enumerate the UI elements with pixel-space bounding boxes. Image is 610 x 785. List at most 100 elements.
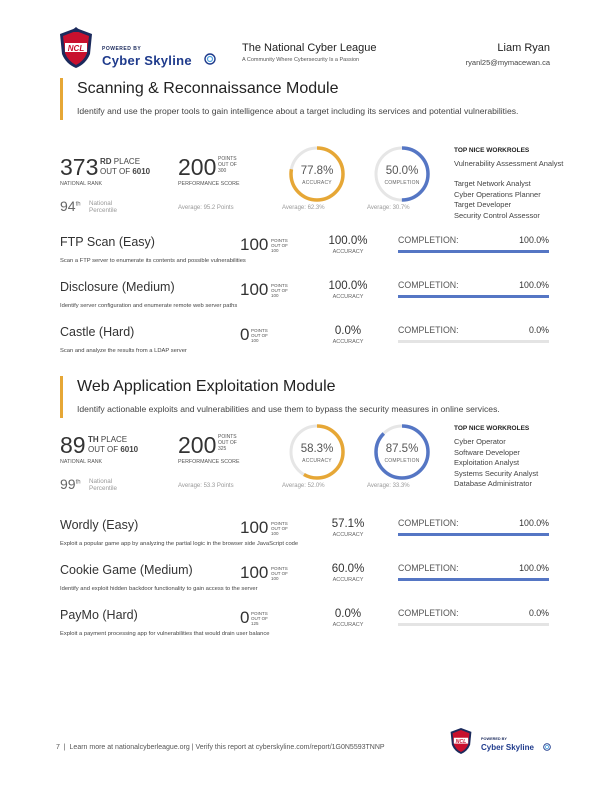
accuracy-value: 77.8% <box>300 165 334 177</box>
challenge-points: 0 <box>240 608 250 627</box>
challenge-completion-bar <box>398 295 549 298</box>
challenge-title: Disclosure (Medium) <box>60 280 175 294</box>
cyber-skyline-brand: Cyber Skyline <box>102 53 192 68</box>
challenge-out-of-value: 100 <box>271 576 279 581</box>
challenge-completion-bar-fill <box>398 533 549 536</box>
page-number: 7 <box>56 744 60 751</box>
nice-workrole-item: Cyber Operator <box>454 437 506 446</box>
accuracy-value: 58.3% <box>300 443 334 455</box>
nice-workrole-item: Systems Security Analyst <box>454 468 539 478</box>
challenge-accuracy: 57.1% <box>331 518 365 530</box>
module-title-accent <box>60 78 63 120</box>
challenge-completion-bar-fill <box>398 250 549 253</box>
challenge-out-of-value: 100 <box>271 531 279 536</box>
challenge-accuracy-label: ACCURACY <box>332 249 364 255</box>
nice-workrole-item: Security Control Assessor <box>454 210 540 220</box>
footer-brand: Cyber Skyline <box>481 743 534 752</box>
cyber-skyline-swirl-icon <box>204 53 216 65</box>
score-out-of-value: 300 <box>218 168 227 174</box>
rank-total: 6010 <box>120 445 139 454</box>
challenge-accuracy-label: ACCURACY <box>332 622 364 628</box>
completion-average: Average: 33.3% <box>367 483 410 489</box>
challenge-completion-label: COMPLETION: <box>398 325 459 335</box>
nice-workrole-item: Target Network Analyst <box>454 179 531 188</box>
national-rank-value: 373 <box>60 154 99 180</box>
score-out-of-value: 325 <box>218 446 227 452</box>
module-title: Web Application Exploitation Module <box>77 378 336 395</box>
challenge-completion-value: 100.0% <box>519 518 549 528</box>
score-average: Average: 95.2 Points <box>178 205 234 211</box>
rank-ordinal: RD <box>100 157 112 166</box>
org-subtitle: A Community Where Cybersecurity Is a Pas… <box>242 57 360 63</box>
org-title: The National Cyber League <box>242 42 377 54</box>
completion-label: COMPLETION <box>384 458 420 464</box>
percentile-value: 94 <box>60 198 76 214</box>
module-section: Web Application Exploitation Module Ident… <box>60 376 560 668</box>
rank-out-of-label: OUT OF <box>88 445 119 454</box>
completion-average: Average: 30.7% <box>367 205 410 211</box>
accuracy-average: Average: 62.3% <box>282 205 325 211</box>
challenge-description: Exploit a payment processing app for vul… <box>60 631 270 637</box>
performance-score-caption: PERFORMANCE SCORE <box>178 459 240 465</box>
national-percentile: 94th <box>60 198 81 214</box>
powered-by-label: POWERED BY <box>102 46 142 52</box>
challenge-out-of-value: 100 <box>271 248 279 253</box>
challenge-completion-value: 0.0% <box>528 608 549 618</box>
accuracy-label: ACCURACY <box>302 180 332 186</box>
completion-value: 87.5% <box>385 443 419 455</box>
page-header: NCL POWERED BY Cyber Skyline The Nationa… <box>56 26 556 76</box>
module-section: Scanning & Reconnaissance Module Identify… <box>60 78 563 370</box>
challenge-title: FTP Scan (Easy) <box>60 235 155 249</box>
footer-ncl-logo: NCL <box>450 728 472 754</box>
module-description: Identify actionable exploits and vulnera… <box>77 404 500 414</box>
challenge-accuracy-label: ACCURACY <box>332 294 364 300</box>
challenge-points: 0 <box>240 325 250 344</box>
challenge-accuracy-label: ACCURACY <box>332 577 364 583</box>
score-average: Average: 53.3 Points <box>178 483 234 489</box>
nice-workrole-item: Software Developer <box>454 447 520 457</box>
svg-text:NCL: NCL <box>68 44 85 53</box>
challenge-completion-label: COMPLETION: <box>398 518 459 528</box>
performance-score-value: 200 <box>178 432 217 458</box>
challenge-completion-bar <box>398 533 549 536</box>
nice-workrole-item: Database Administrator <box>454 479 532 488</box>
challenge-completion-bar <box>398 340 549 343</box>
challenge-completion-label: COMPLETION: <box>398 280 459 290</box>
challenge-points: 100 <box>240 563 269 582</box>
percentile-label: National Percentile <box>89 478 118 492</box>
challenge-accuracy-label: ACCURACY <box>332 532 364 538</box>
challenge-completion-value: 100.0% <box>519 563 549 573</box>
challenge-accuracy: 100.0% <box>328 280 368 292</box>
challenge-points: 100 <box>240 235 269 254</box>
footer-swirl-icon <box>543 743 551 751</box>
challenge-title: Wordly (Easy) <box>60 518 139 532</box>
challenge-completion-label: COMPLETION: <box>398 563 459 573</box>
challenge-accuracy: 0.0% <box>334 608 362 620</box>
challenge-title: Castle (Hard) <box>60 325 135 339</box>
challenge-description: Identify and exploit hidden backdoor fun… <box>60 586 258 592</box>
challenge-accuracy-label: ACCURACY <box>332 339 364 345</box>
nice-workrole-item: Target Developer <box>454 200 512 209</box>
footer-separator: | <box>61 744 68 751</box>
challenge-description: Scan a FTP server to enumerate its conte… <box>60 258 246 264</box>
percentile-label: National Percentile <box>89 200 118 214</box>
challenge-completion-label: COMPLETION: <box>398 235 459 245</box>
ncl-shield-logo: NCL <box>60 27 92 68</box>
performance-score-caption: PERFORMANCE SCORE <box>178 181 240 187</box>
challenge-accuracy: 60.0% <box>331 563 365 575</box>
challenge-completion-bar <box>398 578 549 581</box>
challenge-accuracy: 100.0% <box>328 235 368 247</box>
svg-text:NCL: NCL <box>456 739 467 745</box>
footer-powered-by: POWERED BY <box>481 737 507 741</box>
national-rank-value: 89 <box>60 432 86 458</box>
nice-workroles-heading: TOP NICE WORKROLES <box>454 425 530 432</box>
accuracy-average: Average: 52.0% <box>282 483 325 489</box>
challenge-completion-value: 0.0% <box>528 325 549 335</box>
footer-text: Learn more at nationalcyberleague.org | … <box>69 744 385 751</box>
accuracy-label: ACCURACY <box>302 458 332 464</box>
rank-ordinal: TH <box>88 435 99 444</box>
module-description: Identify and use the proper tools to gai… <box>77 106 519 116</box>
challenge-accuracy: 0.0% <box>334 325 362 337</box>
challenge-description: Scan and analyze the results from a LDAP… <box>60 348 187 354</box>
rank-out-of-label: OUT OF <box>100 167 131 176</box>
